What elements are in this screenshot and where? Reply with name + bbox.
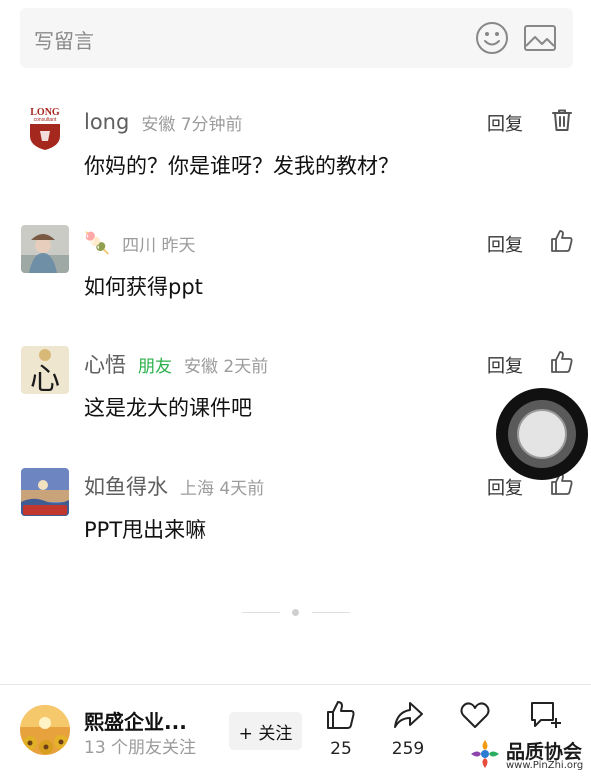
comment-meta: 🍡 四川 昨天 xyxy=(84,229,196,257)
indicator-line-left xyxy=(242,612,280,613)
thumbs-up-icon[interactable] xyxy=(549,228,575,254)
reply-button[interactable]: 回复 xyxy=(487,352,523,378)
share-count: 259 xyxy=(391,739,425,759)
comment-location-time: 安徽 2天前 xyxy=(184,356,269,377)
comment-nickname[interactable]: long xyxy=(84,110,129,134)
thumbs-up-icon[interactable] xyxy=(549,349,575,375)
follow-button[interactable]: + 关注 xyxy=(229,712,302,750)
comment-item: 🍡 四川 昨天 回复 如何获得ppt xyxy=(0,225,591,315)
compose-placeholder: 写留言 xyxy=(34,29,94,53)
comment-text: 这是龙大的课件吧 xyxy=(84,396,252,420)
avatar-calligraphy-char: 心 xyxy=(30,362,60,394)
like-count: 25 xyxy=(330,739,352,759)
account-avatar[interactable] xyxy=(20,705,70,755)
comment-text: PPT甩出来嘛 xyxy=(84,518,207,542)
comment-compose-box[interactable]: 写留言 xyxy=(20,8,573,68)
avatar-logo-subtext: consultant xyxy=(34,117,57,123)
comment-item: LONG consultant long 安徽 7分钟前 回复 你妈的？你是谁呀… xyxy=(0,104,591,194)
share-arrow-icon xyxy=(394,702,423,728)
page-indicator xyxy=(0,605,591,621)
avatar[interactable]: LONG consultant xyxy=(21,104,69,152)
friend-tag: 朋友 xyxy=(138,356,172,377)
indicator-dot xyxy=(292,609,299,616)
comment-item: 如鱼得水 上海 4天前 回复 PPT甩出来嘛 xyxy=(0,468,591,558)
image-icon[interactable] xyxy=(522,22,558,54)
comment-meta: 心悟 朋友 安徽 2天前 xyxy=(84,350,268,378)
comment-nickname[interactable]: 心悟 xyxy=(84,349,126,379)
comment-meta: 如鱼得水 上海 4天前 xyxy=(84,472,264,500)
comment-nickname[interactable]: 🍡 xyxy=(84,231,110,256)
smiley-face-icon[interactable] xyxy=(475,21,509,55)
avatar[interactable]: 心 xyxy=(21,346,69,394)
floating-button-core xyxy=(517,409,567,459)
comment-text: 如何获得ppt xyxy=(84,275,203,299)
heart-icon xyxy=(460,702,490,728)
trash-icon[interactable] xyxy=(549,107,575,133)
indicator-line-right xyxy=(312,612,350,613)
comment-meta: long 安徽 7分钟前 xyxy=(84,108,243,136)
comment-text: 你妈的？你是谁呀？发我的教材？ xyxy=(84,154,399,178)
avatar[interactable] xyxy=(21,468,69,516)
comment-location-time: 安徽 7分钟前 xyxy=(141,114,243,135)
avatar[interactable] xyxy=(21,225,69,273)
watermark: 品质协会 www.PinZhi.org xyxy=(466,735,590,775)
thumbs-up-icon xyxy=(327,701,355,729)
comment-location-time: 四川 昨天 xyxy=(122,235,196,256)
comment-nickname[interactable]: 如鱼得水 xyxy=(84,471,168,501)
reply-button[interactable]: 回复 xyxy=(487,231,523,257)
share-action[interactable]: 259 xyxy=(378,699,438,763)
reply-button[interactable]: 回复 xyxy=(487,110,523,136)
like-action[interactable]: 25 xyxy=(311,699,371,763)
watermark-url: www.PinZhi.org xyxy=(506,760,584,771)
floating-assistive-button[interactable] xyxy=(496,388,588,480)
reply-button[interactable]: 回复 xyxy=(487,474,523,500)
pinzhi-logo-icon xyxy=(471,740,499,768)
account-followers: 13 个朋友关注 xyxy=(84,738,197,758)
comment-location-time: 上海 4天前 xyxy=(180,478,265,499)
comment-add-icon xyxy=(531,702,561,728)
account-name[interactable]: 熙盛企业... xyxy=(84,706,187,735)
